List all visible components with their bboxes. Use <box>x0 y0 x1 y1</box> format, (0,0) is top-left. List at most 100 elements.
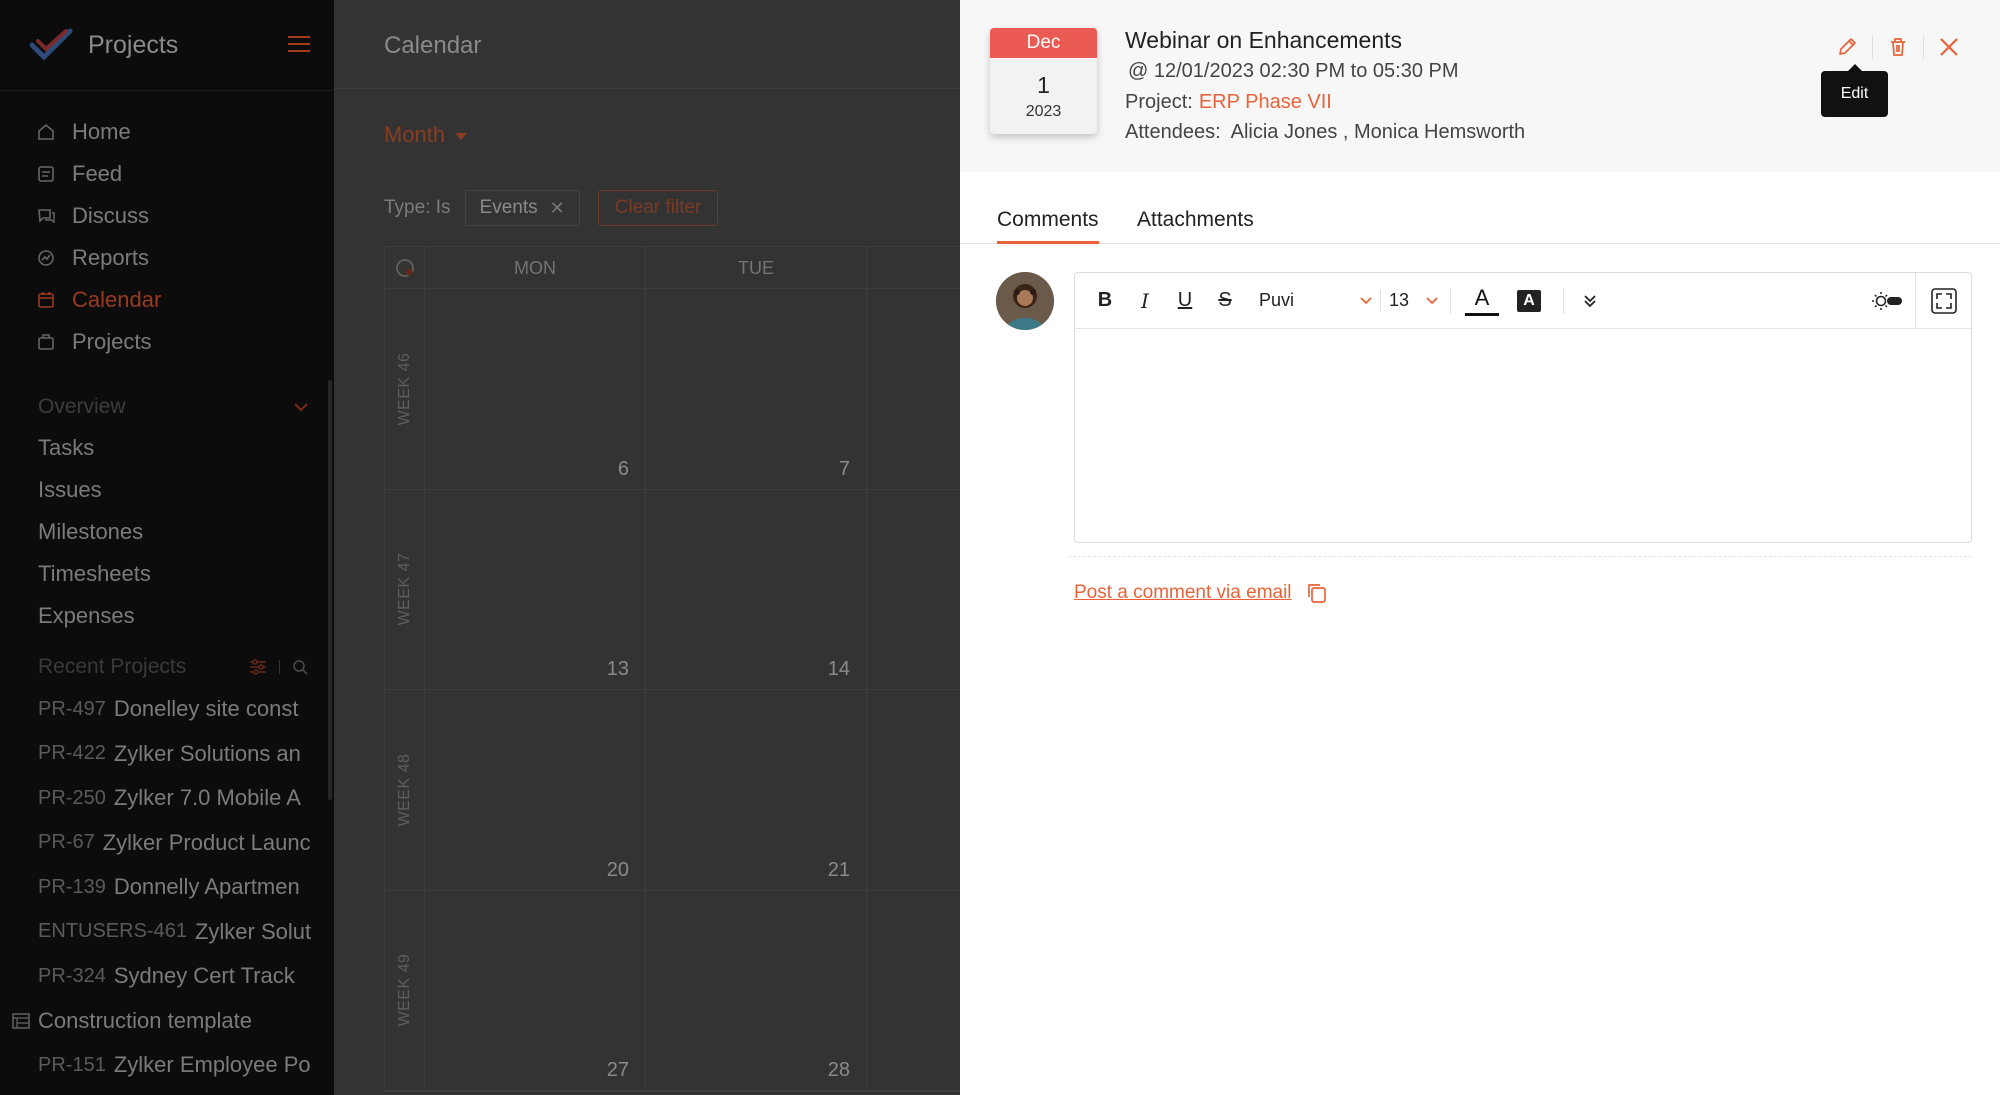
menu-toggle-icon[interactable] <box>288 36 310 54</box>
recent-project-item[interactable]: PR-324 Sydney Cert Track <box>0 954 334 999</box>
recent-project-item[interactable]: PR-139 Donnelly Apartmen <box>0 865 334 910</box>
font-size-select[interactable]: 13 <box>1380 290 1444 311</box>
event-title: Webinar on Enhancements <box>1125 27 1403 53</box>
clear-filter-button[interactable]: Clear filter <box>597 190 719 226</box>
recent-project-item[interactable]: PR-497 Donelley site const <box>0 687 334 732</box>
comment-textarea[interactable] <box>1075 329 1971 543</box>
date-number: 28 <box>827 1059 850 1081</box>
underline-button[interactable]: U <box>1165 281 1205 321</box>
close-icon <box>1940 38 1958 56</box>
projects-icon <box>36 332 56 352</box>
nav-feed[interactable]: Feed <box>0 153 334 195</box>
project-link[interactable]: ERP Phase VII <box>1199 91 1332 113</box>
event-month: Dec <box>990 28 1097 58</box>
nav-projects[interactable]: Projects <box>0 321 334 363</box>
overview-section-header[interactable]: Overview <box>0 387 334 427</box>
project-code: ENTUSERS-461 <box>38 920 187 943</box>
nav-issues[interactable]: Issues <box>0 469 334 511</box>
discuss-icon <box>36 206 56 226</box>
filter-settings-icon[interactable] <box>249 659 267 675</box>
view-selector[interactable]: Month <box>384 122 468 148</box>
calendar-settings-icon[interactable] <box>394 257 416 279</box>
copy-icon[interactable] <box>1306 582 1328 604</box>
sidebar-scrollbar[interactable] <box>328 380 332 800</box>
week-number: WEEK 49 <box>395 953 413 1027</box>
sidebar: Projects Home Feed Discuss Reports Calen… <box>0 0 334 1095</box>
theme-toggle-icon <box>1872 292 1902 310</box>
action-divider <box>1923 35 1924 59</box>
day-cell[interactable]: 20 <box>425 690 646 890</box>
font-family-select[interactable]: Puvi <box>1245 290 1380 311</box>
project-code: PR-250 <box>38 786 106 809</box>
day-cell[interactable]: 27 <box>425 890 646 1090</box>
more-options-button[interactable] <box>1570 281 1610 321</box>
chevron-down-icon <box>294 403 308 412</box>
nav-expenses[interactable]: Expenses <box>0 595 334 637</box>
nav-tasks[interactable]: Tasks <box>0 427 334 469</box>
tab-comments[interactable]: Comments <box>997 208 1099 244</box>
user-avatar <box>996 272 1054 330</box>
close-panel-button[interactable] <box>1936 34 1962 60</box>
day-cell[interactable]: 13 <box>425 489 646 689</box>
day-cell[interactable]: 28 <box>646 890 867 1090</box>
project-name: Zylker 7.0 Mobile A <box>113 785 301 811</box>
delete-button[interactable] <box>1885 34 1911 60</box>
date-number: 6 <box>617 457 629 480</box>
recent-project-item[interactable]: PR-67 Zylker Product Launc <box>0 821 334 866</box>
section-divider <box>1068 556 1972 557</box>
recent-project-item[interactable]: PR-151 Zylker Employee Po <box>0 1043 334 1088</box>
nav-calendar[interactable]: Calendar <box>0 279 334 321</box>
recent-project-item[interactable]: ENTUSERS-461 Zylker Solut <box>0 910 334 955</box>
background-color-button[interactable]: A <box>1517 289 1541 312</box>
week-label: WEEK 49 <box>385 890 425 1090</box>
nav-timesheets[interactable]: Timesheets <box>0 553 334 595</box>
app-title: Projects <box>88 30 179 59</box>
main-nav: Home Feed Discuss Reports Calendar Proje… <box>0 91 334 363</box>
week-number: WEEK 48 <box>395 753 413 827</box>
reports-icon <box>36 248 56 268</box>
trash-icon <box>1891 38 1905 56</box>
close-icon[interactable]: ✕ <box>550 198 565 219</box>
nav-home[interactable]: Home <box>0 111 334 153</box>
day-cell[interactable]: 7 <box>646 289 867 489</box>
post-comment-via-email-link[interactable]: Post a comment via email <box>1074 582 1328 604</box>
sidebar-header: Projects <box>0 0 334 91</box>
theme-toggle[interactable] <box>1859 273 1915 329</box>
bold-button[interactable]: B <box>1085 281 1125 321</box>
filter-chip[interactable]: Events ✕ <box>464 190 580 226</box>
attendees-names: Alicia Jones , Monica Hemsworth <box>1230 121 1526 143</box>
nav-discuss[interactable]: Discuss <box>0 195 334 237</box>
recent-projects-header: Recent Projects <box>0 647 334 687</box>
project-name: Zylker Product Launc <box>102 829 311 855</box>
recent-project-item[interactable]: PR-422 Zylker Solutions an <box>0 732 334 777</box>
day-cell[interactable]: 6 <box>425 289 646 489</box>
nav-projects-label: Projects <box>72 329 152 354</box>
date-number: 14 <box>827 658 850 680</box>
day-cell[interactable]: 21 <box>646 690 867 890</box>
nav-feed-label: Feed <box>72 161 123 186</box>
event-day: 1 <box>1037 72 1050 98</box>
fullscreen-button[interactable] <box>1915 273 1971 329</box>
recent-project-item[interactable]: PR-250 Zylker 7.0 Mobile A <box>0 776 334 821</box>
font-color-button[interactable]: A <box>1465 281 1499 321</box>
nav-milestones[interactable]: Milestones <box>0 511 334 553</box>
event-time: @ 12/01/2023 02:30 PM to 05:30 PM <box>1128 60 1459 82</box>
event-detail-panel: Dec 1 2023 Webinar on Enhancements @ 12/… <box>960 0 2000 1095</box>
toolbar-divider <box>1563 287 1564 314</box>
search-icon[interactable] <box>292 659 308 675</box>
nav-reports-label: Reports <box>72 245 150 270</box>
chevron-down-icon <box>1360 296 1372 304</box>
avatar-image-icon <box>996 272 1054 330</box>
date-number: 7 <box>838 457 850 480</box>
strikethrough-button[interactable]: S <box>1205 281 1245 321</box>
day-cell[interactable]: 14 <box>646 489 867 689</box>
date-number: 27 <box>606 1059 629 1081</box>
edit-button[interactable] <box>1834 34 1860 60</box>
event-header: Dec 1 2023 Webinar on Enhancements @ 12/… <box>960 0 2000 172</box>
font-family-value: Puvi <box>1259 290 1295 310</box>
italic-button[interactable]: I <box>1125 281 1165 321</box>
tab-attachments[interactable]: Attachments <box>1137 208 1254 244</box>
nav-reports[interactable]: Reports <box>0 237 334 279</box>
recent-project-item[interactable]: Construction template <box>0 999 334 1044</box>
double-chevron-down-icon <box>1584 294 1596 307</box>
